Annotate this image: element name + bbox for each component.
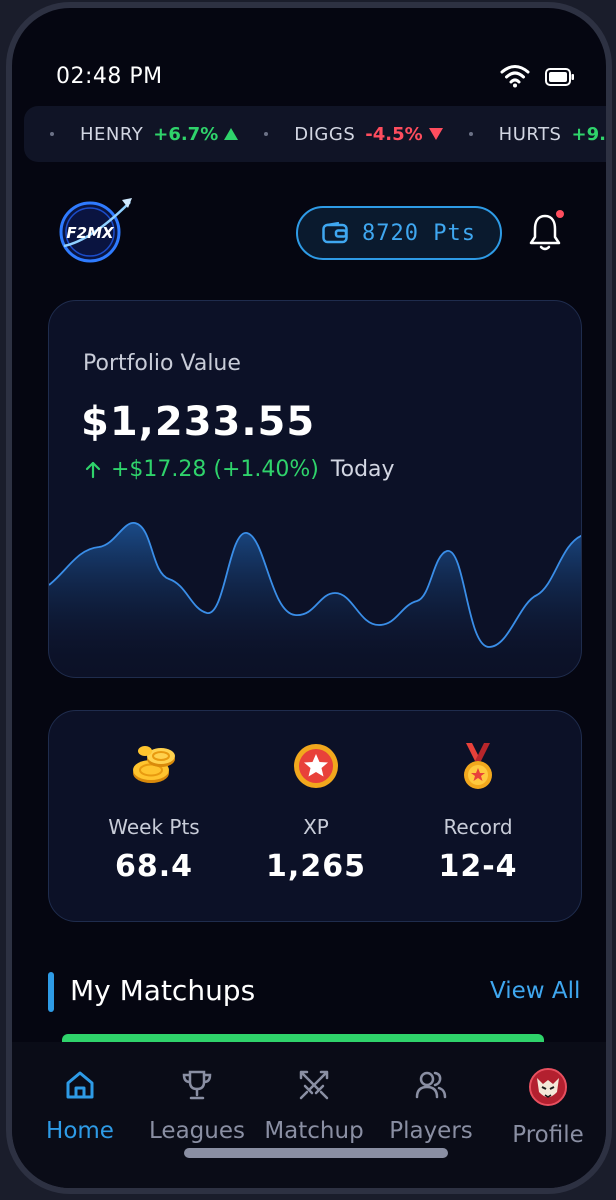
logo-text: F2MX xyxy=(66,224,115,242)
status-time: 02:48 PM xyxy=(56,64,163,89)
portfolio-value: $1,233.55 xyxy=(81,399,316,445)
points-unit: Pts xyxy=(433,220,476,246)
stat-value: 12-4 xyxy=(438,849,518,884)
stat-record[interactable]: Record 12-4 xyxy=(393,741,563,884)
points-value: 8720 xyxy=(362,220,419,246)
tab-leagues[interactable]: Leagues xyxy=(137,1068,257,1144)
tab-profile[interactable]: Profile xyxy=(488,1068,606,1148)
ticker-row: HENRY +6.7% DIGGS -4.5% HURTS +9.3% xyxy=(24,106,606,162)
medal-icon xyxy=(464,743,492,789)
portfolio-change-row: +$17.28 (+1.40%) Today xyxy=(83,457,395,482)
tab-home[interactable]: Home xyxy=(20,1068,140,1144)
view-all-link[interactable]: View All xyxy=(490,978,580,1004)
ticker-separator xyxy=(264,132,269,136)
ticker-player-name: DIGGS xyxy=(294,123,356,145)
bottom-tab-bar: Home Leagues Matchup Players Profile xyxy=(12,1042,606,1188)
ticker-player-change: +9.3% xyxy=(571,123,606,145)
stock-ticker[interactable]: HENRY +6.7% DIGGS -4.5% HURTS +9.3% xyxy=(24,106,606,162)
home-indicator[interactable] xyxy=(184,1148,448,1158)
tab-matchup[interactable]: Matchup xyxy=(254,1068,374,1144)
portfolio-period: Today xyxy=(330,457,395,482)
home-icon xyxy=(66,1071,94,1099)
wifi-icon xyxy=(500,65,530,88)
portfolio-sparkline xyxy=(49,522,581,677)
sparkline-area xyxy=(49,522,581,677)
ticker-player-name: HURTS xyxy=(498,123,562,145)
app-logo[interactable]: F2MX xyxy=(52,194,136,264)
status-bar: 02:48 PM xyxy=(12,8,606,108)
ticker-separator xyxy=(468,132,473,136)
crossed-swords-icon xyxy=(299,1070,329,1100)
tab-players[interactable]: Players xyxy=(371,1068,491,1144)
ticker-player-change: +6.7% xyxy=(153,123,219,145)
phone-frame: 02:48 PM HENRY +6.7% DIGGS -4.5% HURTS +… xyxy=(6,2,612,1194)
stat-label: Week Pts xyxy=(108,815,200,839)
arrow-up-icon xyxy=(85,461,101,478)
matchups-section-title: My Matchups xyxy=(70,974,256,1007)
stats-card: Week Pts 68.4 XP 1,265 Record 12-4 xyxy=(48,710,582,922)
portfolio-change: +$17.28 (+1.40%) xyxy=(111,457,319,482)
tab-label: Profile xyxy=(512,1122,584,1148)
tab-label: Matchup xyxy=(264,1118,364,1144)
bell-icon xyxy=(529,214,561,251)
stat-value: 68.4 xyxy=(114,849,194,884)
notifications-button[interactable] xyxy=(528,210,564,252)
notification-badge xyxy=(556,210,564,218)
tab-label: Players xyxy=(389,1118,473,1144)
wallet-icon xyxy=(322,222,348,244)
tab-label: Home xyxy=(46,1118,114,1144)
stat-label: Record xyxy=(443,815,513,839)
trophy-icon xyxy=(182,1070,212,1100)
users-icon xyxy=(415,1071,447,1099)
stat-xp[interactable]: XP 1,265 xyxy=(231,741,401,884)
battery-icon xyxy=(545,68,574,86)
ticker-player-name: HENRY xyxy=(80,123,144,145)
portfolio-card[interactable]: Portfolio Value $1,233.55 +$17.28 (+1.40… xyxy=(48,300,582,678)
stat-label: XP xyxy=(303,815,329,839)
section-accent-bar xyxy=(48,972,54,1012)
up-arrow-icon xyxy=(224,128,239,140)
stat-week-pts[interactable]: Week Pts 68.4 xyxy=(69,741,239,884)
stat-value: 1,265 xyxy=(266,849,366,884)
portfolio-label: Portfolio Value xyxy=(83,351,241,376)
coins-icon xyxy=(133,746,175,783)
down-arrow-icon xyxy=(428,128,443,140)
tab-label: Leagues xyxy=(149,1118,245,1144)
points-balance-button[interactable]: 8720 Pts xyxy=(296,206,502,260)
ticker-player-change: -4.5% xyxy=(365,123,423,145)
ticker-separator xyxy=(50,132,54,136)
star-coin-icon xyxy=(294,744,338,788)
avatar-icon xyxy=(529,1068,567,1106)
